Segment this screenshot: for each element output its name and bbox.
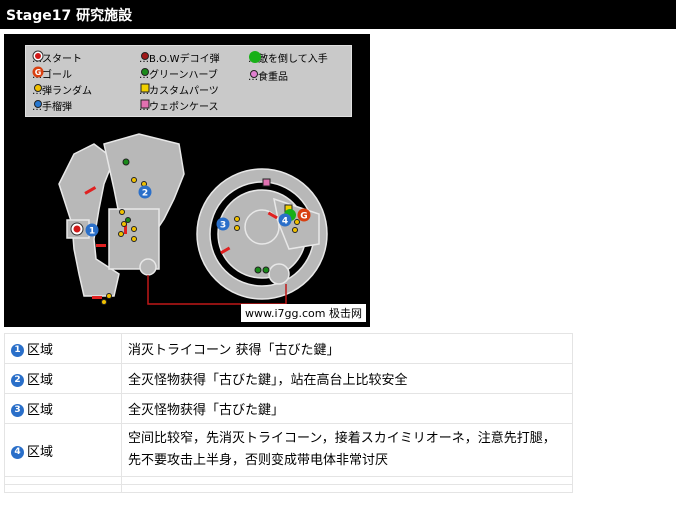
- area-number-badge: 2: [11, 374, 24, 387]
- area-marker-2: 2: [138, 185, 152, 199]
- map-goal-marker: G: [297, 208, 311, 222]
- area-label-cell: 1 区域: [4, 333, 122, 364]
- area-desc-cell: 全灭怪物获得「古びた鍵」，站在高台上比较安全: [121, 363, 573, 394]
- table-row: [4, 484, 573, 493]
- area-desc-cell: 消灭トライコーン 获得「古びた鍵」: [121, 333, 573, 364]
- svg-text:G: G: [300, 212, 307, 222]
- table-row: [4, 476, 573, 485]
- table-row: 1 区域 消灭トライコーン 获得「古びた鍵」: [4, 333, 573, 364]
- svg-text:2: 2: [142, 189, 148, 199]
- svg-text:1: 1: [89, 227, 95, 237]
- area-number-badge: 1: [11, 344, 24, 357]
- table-row: 3 区域 全灭怪物获得「古びた鍵」: [4, 393, 573, 424]
- area-label-cell: 4 区域: [4, 423, 122, 477]
- area-desc-cell: 空间比较窄，先消灭トライコーン，接着スカイミリオーネ，注意先打腿，先不要攻击上半…: [121, 423, 573, 477]
- stage-map: …スタート G …ゴール …弾ランダム …手榴弾 …B.O.Wデコイ弾 …グリーン…: [4, 34, 370, 327]
- area-table: 1 区域 消灭トライコーン 获得「古びた鍵」 2 区域 全灭怪物获得「古びた鍵」，站…: [4, 333, 573, 493]
- left-complex: [58, 133, 185, 297]
- area-desc-cell: 全灭怪物获得「古びた鍵」: [121, 393, 573, 424]
- area-number-badge: 4: [11, 445, 24, 459]
- svg-text:4: 4: [282, 217, 288, 227]
- map-watermark: www.i7gg.com 极击网: [241, 304, 366, 322]
- area-marker-4: 4: [278, 213, 292, 227]
- table-row: 2 区域 全灭怪物获得「古びた鍵」，站在高台上比较安全: [4, 363, 573, 394]
- right-complex: [196, 168, 328, 300]
- area-label-cell: 3 区域: [4, 393, 122, 424]
- area-number-badge: 3: [11, 404, 24, 417]
- area-label-cell: 2 区域: [4, 363, 122, 394]
- svg-text:3: 3: [220, 221, 226, 231]
- table-row: 4 区域 空间比较窄，先消灭トライコーン，接着スカイミリオーネ，注意先打腿，先不要…: [4, 423, 573, 477]
- page-title: Stage17 研究施設: [6, 8, 133, 24]
- area-marker-1: 1: [85, 223, 99, 237]
- area-marker-3: 3: [216, 217, 230, 231]
- map-start-marker: [70, 222, 84, 236]
- page-header: Stage17 研究施設: [0, 0, 676, 29]
- map-drawing: G 1 2 3 4: [58, 133, 328, 305]
